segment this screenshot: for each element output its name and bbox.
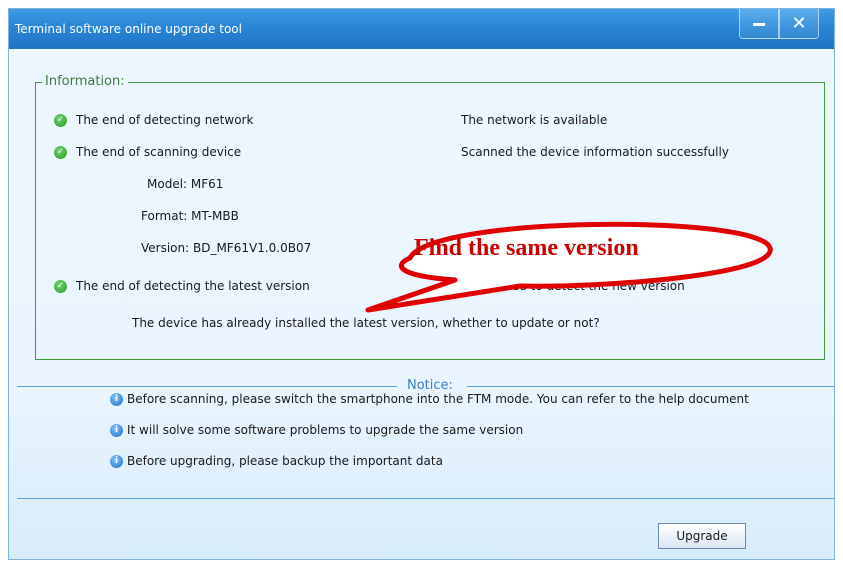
callout-bubble [365,221,773,313]
callout-text: Find the same version [414,235,639,261]
